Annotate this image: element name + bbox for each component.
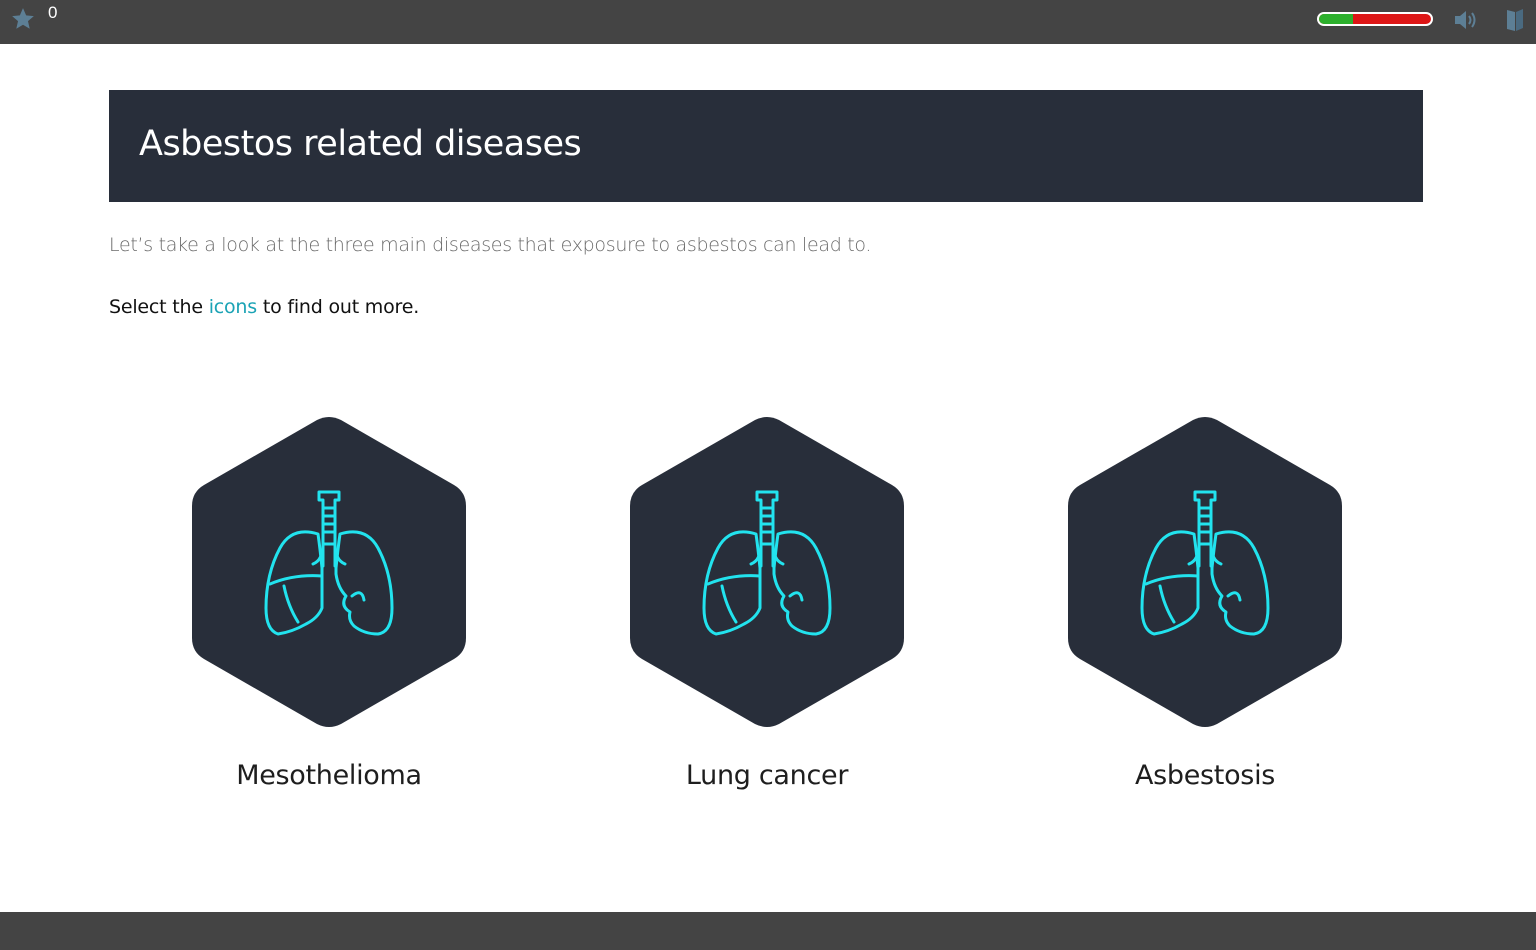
disease-label: Asbestosis xyxy=(1134,760,1276,791)
intro-text: Let’s take a look at the three main dise… xyxy=(109,234,872,256)
star-icon xyxy=(12,8,34,29)
top-bar: 0 xyxy=(0,0,1536,44)
score-count: 0 xyxy=(48,3,58,22)
disease-mesothelioma[interactable]: Mesothelioma xyxy=(179,416,479,816)
title-banner: Asbestos related diseases xyxy=(109,90,1423,202)
lung-cancer-hexagon-button[interactable] xyxy=(630,416,904,728)
speaker-icon[interactable] xyxy=(1452,7,1478,33)
asbestosis-hexagon-button[interactable] xyxy=(1068,416,1342,728)
disease-label: Lung cancer xyxy=(685,760,849,791)
page-title: Asbestos related diseases xyxy=(139,124,582,164)
progress-fill xyxy=(1319,14,1353,24)
instruction-after: to find out more. xyxy=(256,296,420,318)
disease-lung-cancer[interactable]: Lung cancer xyxy=(617,416,917,816)
instruction-text: Select the icons to find out more. xyxy=(109,296,419,318)
book-icon[interactable] xyxy=(1504,7,1526,33)
instruction-accent: icons xyxy=(208,296,257,318)
mesothelioma-hexagon-button[interactable] xyxy=(192,416,466,728)
bottom-bar xyxy=(0,912,1536,950)
progress-bar xyxy=(1317,12,1433,26)
disease-asbestosis[interactable]: Asbestosis xyxy=(1055,416,1355,816)
instruction-before: Select the xyxy=(109,296,209,318)
disease-label: Mesothelioma xyxy=(236,760,422,791)
